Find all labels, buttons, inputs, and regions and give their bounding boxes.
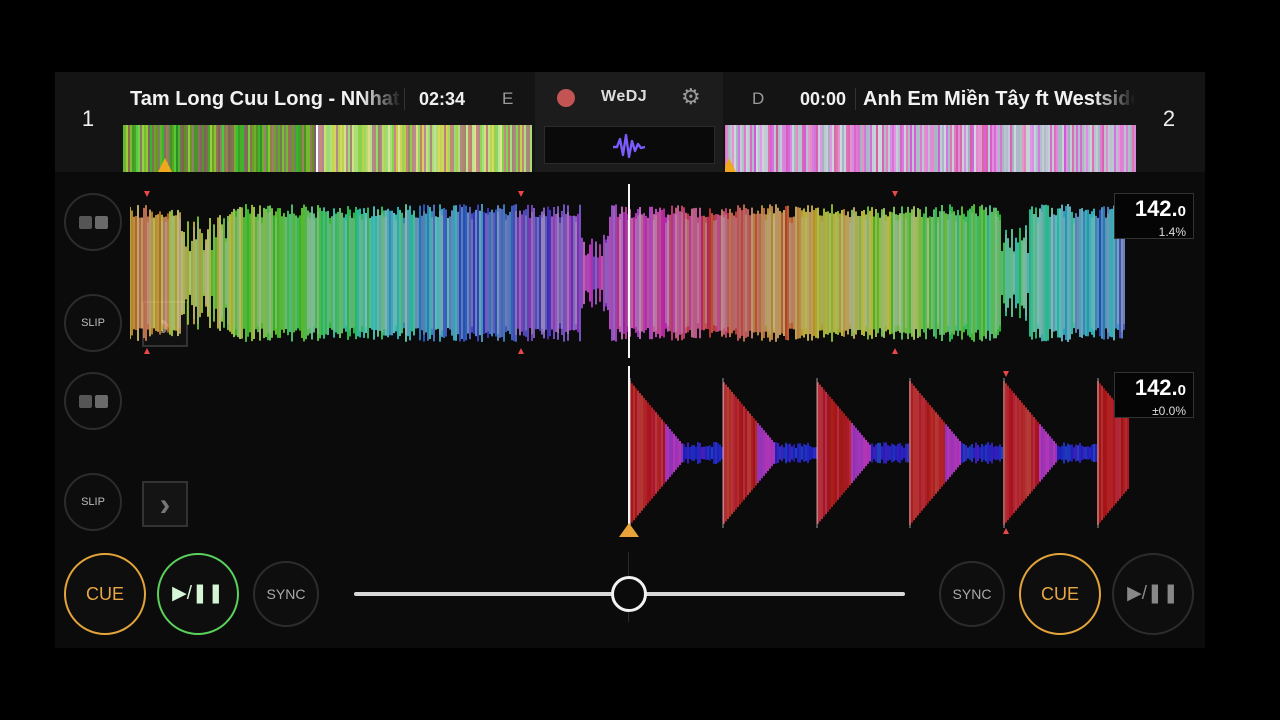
divider	[855, 88, 856, 110]
deck2-cue-marker-icon	[619, 523, 639, 537]
squares-icon	[79, 395, 92, 408]
sync-label: SYNC	[266, 586, 306, 602]
cue-label: CUE	[85, 584, 124, 604]
deck1-track-title[interactable]: Tam Long Cuu Long - NNhat Nam	[130, 86, 402, 112]
deck2-bpm-value: 142.	[1134, 375, 1178, 400]
play-pause-icon: ▶/❚❚	[1127, 583, 1179, 604]
deck2-sync-button[interactable]: SYNC	[939, 561, 1005, 627]
waveform-icon	[613, 133, 646, 159]
header: 1 Tam Long Cuu Long - NNhat Nam 02:34 E …	[55, 72, 1205, 172]
deck1-playhead	[628, 184, 630, 358]
deck2-bpm-decimal: 0	[1177, 382, 1186, 399]
record-icon[interactable]	[557, 89, 575, 107]
deck2-time: 00:00	[800, 89, 847, 109]
deck2-playhead	[628, 366, 630, 536]
deck1-number: 1	[81, 106, 95, 131]
crossfader-knob[interactable]	[611, 576, 647, 612]
deck1-pitch: 1.4%	[1158, 225, 1186, 239]
gear-icon[interactable]: ⚙	[681, 84, 701, 110]
deck1-slip-button[interactable]: SLIP	[64, 294, 122, 352]
deck2-play-pause-button[interactable]: ▶/❚❚	[1112, 553, 1194, 635]
deck2-pitch: ±0.0%	[1152, 404, 1186, 418]
deck2-number: 2	[1162, 106, 1176, 131]
squares-icon	[95, 216, 108, 229]
sync-label: SYNC	[952, 586, 992, 602]
divider	[404, 88, 405, 110]
deck2-overview-waveform[interactable]	[725, 125, 1136, 172]
waveform-view-button[interactable]	[544, 126, 715, 164]
play-pause-icon: ▶/❚❚	[172, 583, 224, 604]
app-logo: WeDJ	[601, 88, 648, 105]
deck1-key: E	[502, 89, 514, 108]
deck1-overview-waveform[interactable]	[123, 125, 533, 172]
deck2-bpm-display[interactable]: 142.0 ±0.0%	[1114, 372, 1194, 418]
cue-label: CUE	[1040, 584, 1079, 604]
deck1-loop-mode-button[interactable]	[64, 193, 122, 251]
deck2-panel-toggle[interactable]: ›	[142, 481, 188, 527]
center-panel: WeDJ ⚙	[535, 72, 723, 172]
chevron-right-icon: ›	[159, 486, 171, 522]
deck1-bpm-decimal: 0	[1177, 203, 1186, 220]
deck1-bpm-display[interactable]: 142.0 1.4%	[1114, 193, 1194, 239]
deck1-time: 02:34	[419, 89, 466, 109]
deck2-cue-button[interactable]: CUE	[1019, 553, 1101, 635]
deck2-track-title[interactable]: Anh Em Miền Tây ft Westside	[863, 86, 1135, 112]
deck1-cue-button[interactable]: CUE	[64, 553, 146, 635]
squares-icon	[79, 216, 92, 229]
dj-app: 1 Tam Long Cuu Long - NNhat Nam 02:34 E …	[55, 72, 1205, 648]
squares-icon	[95, 395, 108, 408]
deck1-waveform[interactable]	[130, 190, 1130, 356]
deck1-bpm-value: 142.	[1134, 196, 1178, 221]
deck1-play-pause-button[interactable]: ▶/❚❚	[157, 553, 239, 635]
deck2-key: D	[752, 89, 765, 108]
deck2-slip-button[interactable]: SLIP	[64, 473, 122, 531]
deck1-sync-button[interactable]: SYNC	[253, 561, 319, 627]
deck2-loop-mode-button[interactable]	[64, 372, 122, 430]
slip-label: SLIP	[81, 317, 105, 329]
slip-label: SLIP	[81, 496, 105, 508]
deck2-waveform[interactable]	[630, 370, 1130, 536]
